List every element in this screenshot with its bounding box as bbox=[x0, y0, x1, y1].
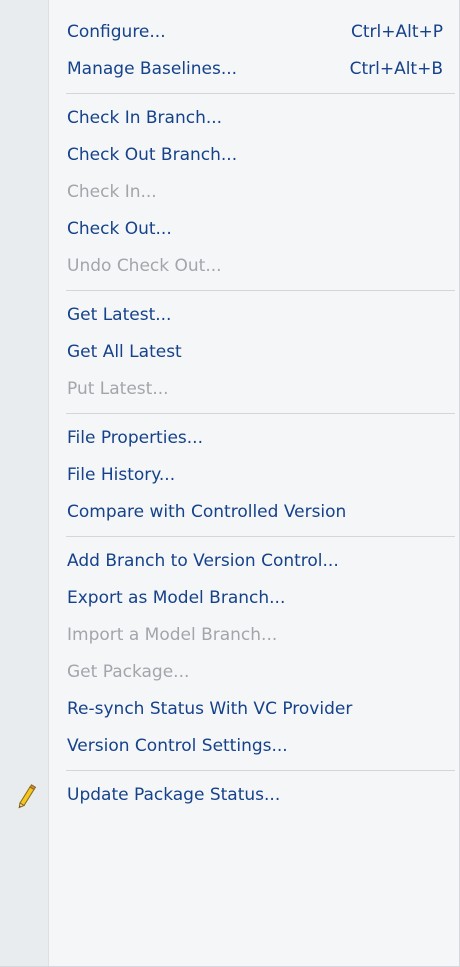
menu-item-label: Configure... bbox=[67, 22, 166, 42]
version-control-context-menu: Configure... Ctrl+Alt+P Manage Baselines..… bbox=[0, 0, 460, 967]
menu-item-compare-with-controlled-version[interactable]: Compare with Controlled Version bbox=[0, 494, 459, 531]
menu-item-label: Put Latest... bbox=[67, 379, 169, 399]
menu-separator bbox=[0, 765, 459, 777]
menu-item-file-history[interactable]: File History... bbox=[0, 457, 459, 494]
menu-item-version-control-settings[interactable]: Version Control Settings... bbox=[0, 728, 459, 765]
menu-items: Configure... Ctrl+Alt+P Manage Baselines..… bbox=[0, 14, 459, 814]
menu-item-label: Check Out... bbox=[67, 219, 172, 239]
menu-separator bbox=[0, 408, 459, 420]
menu-item-label: Compare with Controlled Version bbox=[67, 502, 347, 522]
menu-item-label: File Properties... bbox=[67, 428, 203, 448]
menu-item-import-a-model-branch: Import a Model Branch... bbox=[0, 617, 459, 654]
menu-item-label: Version Control Settings... bbox=[67, 736, 288, 756]
menu-item-label: Import a Model Branch... bbox=[67, 625, 278, 645]
menu-item-get-all-latest[interactable]: Get All Latest bbox=[0, 334, 459, 371]
menu-item-label: Get Latest... bbox=[67, 305, 172, 325]
menu-item-get-latest[interactable]: Get Latest... bbox=[0, 297, 459, 334]
menu-item-check-in-branch[interactable]: Check In Branch... bbox=[0, 100, 459, 137]
menu-separator bbox=[0, 88, 459, 100]
menu-item-label: Get All Latest bbox=[67, 342, 182, 362]
menu-item-export-as-model-branch[interactable]: Export as Model Branch... bbox=[0, 580, 459, 617]
menu-item-configure[interactable]: Configure... Ctrl+Alt+P bbox=[0, 14, 459, 51]
menu-item-label: Check Out Branch... bbox=[67, 145, 238, 165]
menu-item-manage-baselines[interactable]: Manage Baselines... Ctrl+Alt+B bbox=[0, 51, 459, 88]
menu-item-label: Get Package... bbox=[67, 662, 190, 682]
menu-separator bbox=[0, 285, 459, 297]
menu-item-shortcut: Ctrl+Alt+P bbox=[350, 22, 443, 42]
menu-item-label: Update Package Status... bbox=[67, 785, 281, 805]
menu-item-re-synch-status-with-vc-provider[interactable]: Re-synch Status With VC Provider bbox=[0, 691, 459, 728]
menu-item-label: Check In... bbox=[67, 182, 157, 202]
menu-item-put-latest: Put Latest... bbox=[0, 371, 459, 408]
pencil-icon bbox=[12, 783, 38, 809]
menu-item-label: Re-synch Status With VC Provider bbox=[67, 699, 353, 719]
menu-item-file-properties[interactable]: File Properties... bbox=[0, 420, 459, 457]
menu-item-check-out-branch[interactable]: Check Out Branch... bbox=[0, 137, 459, 174]
menu-item-check-out[interactable]: Check Out... bbox=[0, 211, 459, 248]
menu-item-label: Manage Baselines... bbox=[67, 59, 238, 79]
menu-item-add-branch-to-version-control[interactable]: Add Branch to Version Control... bbox=[0, 543, 459, 580]
menu-item-label: Add Branch to Version Control... bbox=[67, 551, 339, 571]
menu-item-label: Check In Branch... bbox=[67, 108, 223, 128]
menu-item-undo-check-out: Undo Check Out... bbox=[0, 248, 459, 285]
menu-item-label: Export as Model Branch... bbox=[67, 588, 286, 608]
menu-item-get-package: Get Package... bbox=[0, 654, 459, 691]
menu-item-label: File History... bbox=[67, 465, 176, 485]
menu-item-shortcut: Ctrl+Alt+B bbox=[349, 59, 443, 79]
menu-item-update-package-status[interactable]: Update Package Status... bbox=[0, 777, 459, 814]
menu-separator bbox=[0, 531, 459, 543]
menu-item-check-in: Check In... bbox=[0, 174, 459, 211]
menu-item-label: Undo Check Out... bbox=[67, 256, 222, 276]
